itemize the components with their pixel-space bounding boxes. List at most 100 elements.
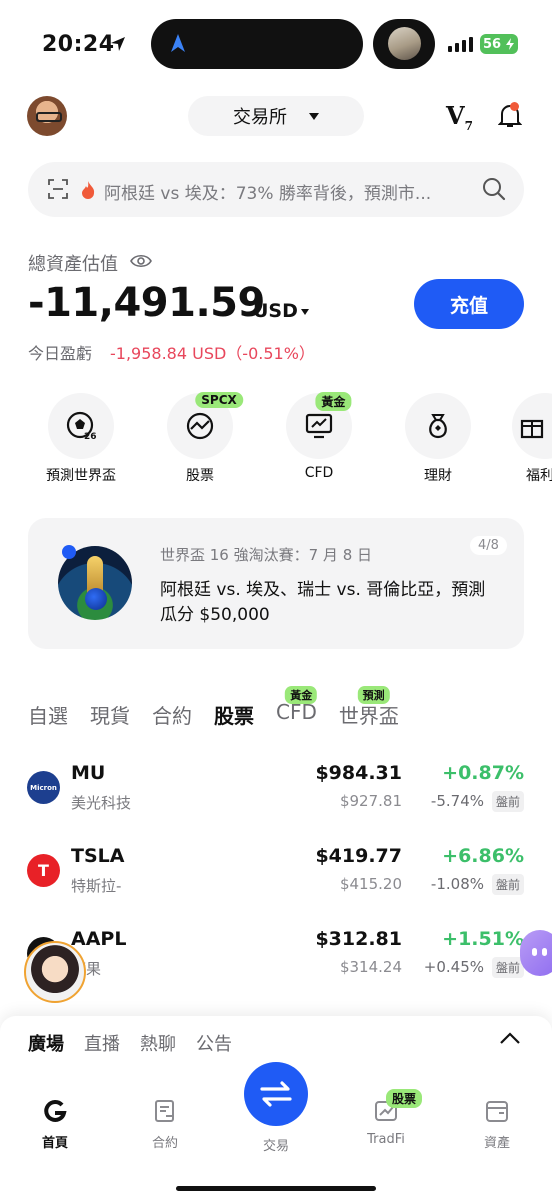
- tab-futures[interactable]: 合約: [152, 700, 192, 729]
- premarket-change: -1.08%: [430, 875, 484, 893]
- stock-name: 美光科技: [71, 794, 132, 812]
- ai-chat-bubble[interactable]: [520, 930, 552, 976]
- monitor-chart-icon: [305, 413, 333, 439]
- soccer-icon: 26: [66, 411, 97, 442]
- micron-logo: Micron: [27, 771, 60, 804]
- assistant-avatar[interactable]: [24, 941, 86, 1003]
- quick-action-label: 福利: [526, 468, 552, 484]
- nav-assets-label: 資產: [483, 1136, 510, 1151]
- nav-home[interactable]: 首頁: [15, 1098, 95, 1151]
- premarket-badge: 盤前: [491, 874, 524, 895]
- premarket-price: $927.81: [339, 792, 402, 810]
- quick-action-cfd[interactable]: CFD 黃金: [274, 392, 364, 481]
- trade-button[interactable]: [244, 1062, 308, 1126]
- live-activity-thumbnail: [388, 27, 421, 60]
- swap-arrows-icon: [260, 1081, 292, 1107]
- scan-icon[interactable]: [48, 179, 68, 199]
- total-assets-value: -11,491.59: [28, 280, 265, 326]
- charging-bolt-icon: [506, 38, 514, 50]
- battery-level: 56: [483, 36, 502, 52]
- table-row[interactable]: T TSLA 特斯拉- $419.77 $415.20 +6.86% -1.08…: [0, 841, 552, 923]
- nav-trade-label[interactable]: 交易: [236, 1135, 316, 1154]
- eye-icon[interactable]: [130, 253, 152, 269]
- tab-cfd[interactable]: CFD 黃金: [276, 686, 318, 729]
- wallet-icon: [486, 1101, 508, 1122]
- spcx-badge: SPCX: [195, 392, 243, 408]
- navigation-arrow-icon: [171, 34, 185, 52]
- tab-spot[interactable]: 現貨: [90, 700, 130, 729]
- banner-subtitle: 世界盃 16 強淘汰賽：7 月 8 日: [160, 546, 373, 564]
- gold-badge: 黃金: [315, 392, 352, 411]
- globe-chart-icon: [186, 412, 214, 440]
- banner-page-indicator: 4/8: [470, 536, 507, 555]
- nav-home-label: 首頁: [41, 1136, 68, 1151]
- nav-futures-label: 合約: [151, 1136, 178, 1151]
- nav-futures[interactable]: 合約: [125, 1098, 205, 1151]
- tab-announcements[interactable]: 公告: [196, 1030, 232, 1056]
- social-tabs: 廣場 直播 熱聊 公告: [28, 1030, 232, 1056]
- notification-dot: [510, 102, 519, 111]
- deposit-button[interactable]: 充值: [414, 279, 524, 329]
- flame-icon: [82, 181, 95, 199]
- table-row[interactable]: Micron MU 美光科技 $984.31 $927.81 +0.87% -5…: [0, 758, 552, 840]
- stock-symbol: MU: [71, 762, 106, 784]
- stock-symbol: TSLA: [71, 845, 125, 867]
- cellular-signal-icon: [448, 36, 473, 52]
- today-pnl-label: 今日盈虧: [28, 344, 93, 363]
- svg-text:26: 26: [84, 432, 97, 442]
- quick-action-earn[interactable]: 理財: [393, 393, 483, 485]
- search-icon[interactable]: [482, 177, 506, 201]
- gold-badge: 黃金: [285, 686, 318, 704]
- price-change: +6.86%: [442, 845, 524, 867]
- price-change: +0.87%: [442, 762, 524, 784]
- exchange-switcher[interactable]: 交易所: [188, 96, 364, 136]
- quick-action-label: 理財: [424, 468, 452, 484]
- price-change: +1.51%: [442, 928, 524, 950]
- location-arrow-icon: [111, 37, 125, 51]
- quick-action-label: 股票: [186, 468, 214, 484]
- tab-live[interactable]: 直播: [84, 1030, 120, 1056]
- tab-watchlist[interactable]: 自選: [28, 700, 68, 729]
- premarket-price: $415.20: [339, 875, 402, 893]
- premarket-badge: 盤前: [491, 791, 524, 812]
- chevron-up-icon[interactable]: [499, 1031, 521, 1045]
- user-avatar[interactable]: [27, 96, 67, 136]
- gift-icon: [520, 419, 544, 439]
- banner-title: 阿根廷 vs. 埃及、瑞士 vs. 哥倫比亞，預測瓜分 $50,000: [160, 580, 486, 625]
- stock-price: $312.81: [315, 928, 402, 950]
- market-tabs: 自選 現貨 合約 股票 CFD 黃金 世界盃 預測: [28, 686, 421, 729]
- search-trending-text[interactable]: 阿根廷 vs 埃及：73% 勝率背後，預測市...: [104, 179, 474, 204]
- tab-stocks[interactable]: 股票: [214, 700, 254, 729]
- ball-icon: [85, 588, 107, 610]
- tab-hot-chat[interactable]: 熱聊: [140, 1030, 176, 1056]
- prediction-badge: 預測: [357, 686, 390, 704]
- premarket-badge: 盤前: [491, 957, 524, 978]
- premarket-change: -5.74%: [430, 792, 484, 810]
- nav-assets[interactable]: 資產: [457, 1098, 537, 1151]
- home-logo-icon: [44, 1099, 67, 1122]
- vip-level-badge[interactable]: V7: [446, 101, 473, 133]
- premarket-price: $314.24: [339, 958, 402, 976]
- document-chart-icon: [155, 1100, 174, 1122]
- stocks-badge: 股票: [386, 1089, 423, 1108]
- tab-square[interactable]: 廣場: [28, 1030, 64, 1056]
- vip-level: 7: [464, 118, 473, 133]
- vip-label: V: [446, 101, 465, 130]
- quick-action-label: 預測世界盃: [46, 468, 116, 484]
- tab-world-cup[interactable]: 世界盃 預測: [339, 686, 399, 729]
- home-indicator: [176, 1186, 376, 1191]
- quick-action-stocks[interactable]: 股票 SPCX: [155, 392, 245, 485]
- caret-down-icon: [309, 112, 319, 120]
- clock: 20:24: [42, 32, 115, 57]
- exchange-label: 交易所: [233, 107, 287, 128]
- total-assets-label: 總資產估值: [28, 254, 118, 275]
- tesla-logo: T: [27, 854, 60, 887]
- stock-name: 特斯拉-: [71, 877, 122, 895]
- currency-selector[interactable]: USD: [253, 300, 298, 322]
- stock-price: $984.31: [315, 762, 402, 784]
- caret-down-icon[interactable]: [301, 309, 309, 315]
- quick-action-rewards[interactable]: 福利: [512, 393, 552, 485]
- status-bar: 20:24 56: [0, 0, 552, 90]
- premarket-change: +0.45%: [423, 958, 484, 976]
- quick-action-world-cup[interactable]: 26 預測世界盃: [36, 393, 126, 485]
